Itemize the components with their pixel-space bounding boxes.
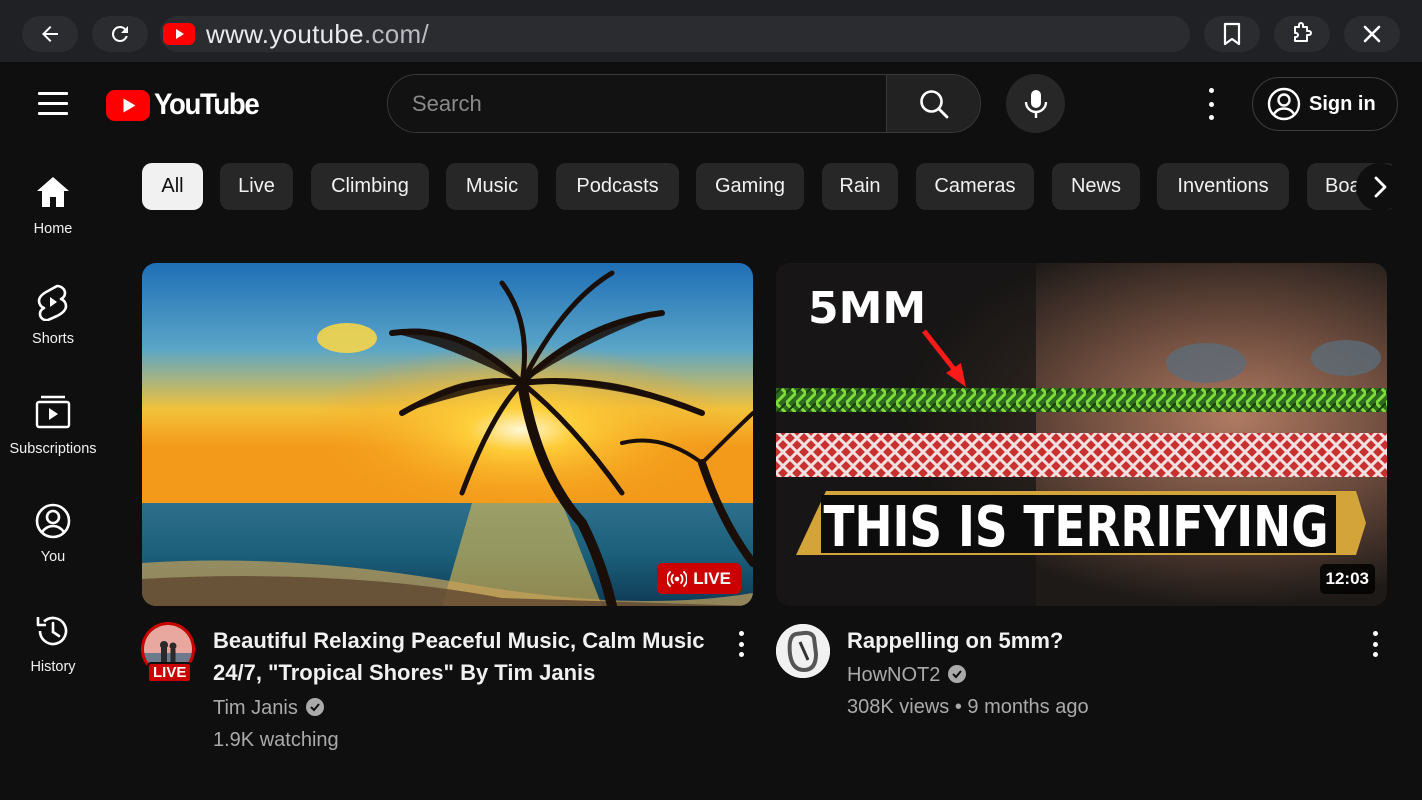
sidebar-item-subscriptions[interactable]: Subscriptions	[0, 395, 106, 457]
chip-live[interactable]: Live	[220, 163, 293, 210]
filter-chip-bar: All Live Climbing Music Podcasts Gaming …	[142, 163, 1392, 211]
voice-search-button[interactable]	[1006, 74, 1065, 133]
video-menu-button[interactable]	[736, 631, 746, 657]
account-circle-icon	[1267, 87, 1301, 121]
avatar-live-badge: LIVE	[147, 662, 193, 683]
channel-name[interactable]: Tim Janis	[213, 697, 298, 719]
sidebar-item-label: History	[30, 659, 76, 675]
search-icon	[919, 89, 948, 118]
chip-news[interactable]: News	[1052, 163, 1140, 210]
chips-next-button[interactable]	[1356, 163, 1404, 211]
live-badge: LIVE	[657, 563, 741, 594]
video-stats: 1.9K watching	[213, 729, 339, 751]
tropical-sunset-image	[142, 263, 753, 606]
thumbnail-5mm-text: 5MM	[808, 283, 926, 334]
sign-in-button[interactable]: Sign in	[1252, 77, 1398, 131]
chip-gaming[interactable]: Gaming	[696, 163, 804, 210]
close-icon	[1363, 25, 1381, 43]
bookmark-button[interactable]	[1204, 16, 1260, 52]
verified-icon	[948, 664, 967, 683]
sign-in-label: Sign in	[1309, 92, 1376, 115]
address-bar[interactable]: www.youtube.com/	[160, 16, 1190, 52]
thumbnail-banner-text: THIS IS TERRIFYING	[824, 495, 1329, 560]
reload-button[interactable]	[92, 16, 148, 52]
shorts-icon	[37, 284, 68, 321]
logo-text: YouTube	[154, 88, 260, 121]
rope-thumbnail-image: 5MM THIS IS TERRIFYING	[776, 263, 1387, 606]
video-thumbnail[interactable]: 5MM THIS IS TERRIFYING 12:03	[776, 263, 1387, 606]
home-icon	[37, 177, 69, 207]
search-button[interactable]	[886, 75, 980, 132]
sidebar-item-label: Home	[33, 221, 73, 237]
youtube-favicon-icon	[162, 22, 196, 46]
search-input[interactable]	[388, 75, 886, 132]
youtube-logo-icon	[106, 89, 150, 121]
subscriptions-icon	[35, 395, 71, 429]
sidebar-item-shorts[interactable]: Shorts	[0, 283, 106, 347]
chip-cameras[interactable]: Cameras	[916, 163, 1034, 210]
reload-icon	[111, 25, 128, 42]
chip-podcasts[interactable]: Podcasts	[556, 163, 679, 210]
video-thumbnail[interactable]: LIVE	[142, 263, 753, 606]
chip-rain[interactable]: Rain	[822, 163, 898, 210]
sidebar-item-label: Subscriptions	[9, 441, 97, 457]
channel-name[interactable]: HowNOT2	[847, 664, 940, 686]
video-title[interactable]: Beautiful Relaxing Peaceful Music, Calm …	[213, 625, 723, 689]
carabiner-icon	[776, 624, 830, 678]
back-arrow-icon	[42, 26, 58, 42]
video-stats: 308K views • 9 months ago	[847, 696, 1089, 718]
extensions-button[interactable]	[1274, 16, 1330, 52]
url-text: www.youtube.com/	[206, 18, 430, 49]
chip-climbing[interactable]: Climbing	[311, 163, 429, 210]
browser-toolbar: www.youtube.com/	[0, 0, 1422, 62]
history-icon	[36, 616, 68, 646]
close-tab-button[interactable]	[1344, 16, 1400, 52]
sidebar-item-history[interactable]: History	[0, 613, 106, 675]
bookmark-icon	[1223, 22, 1241, 46]
sidebar-item-home[interactable]: Home	[0, 175, 106, 237]
chip-music[interactable]: Music	[446, 163, 538, 210]
channel-avatar[interactable]	[776, 624, 830, 678]
sidebar-item-you[interactable]: You	[0, 503, 106, 565]
live-broadcast-icon	[667, 570, 688, 587]
search-box	[387, 74, 981, 133]
video-menu-button[interactable]	[1370, 631, 1380, 657]
menu-button[interactable]	[38, 92, 68, 116]
microphone-icon	[1024, 89, 1047, 118]
back-button[interactable]	[22, 16, 78, 52]
chevron-right-icon	[1374, 176, 1387, 198]
verified-icon	[305, 697, 324, 716]
settings-menu-button[interactable]	[1196, 88, 1226, 120]
chip-all[interactable]: All	[142, 163, 203, 210]
sidebar-item-label: You	[40, 549, 66, 565]
puzzle-icon	[1294, 22, 1312, 42]
chip-inventions[interactable]: Inventions	[1157, 163, 1289, 210]
channel-name-row: Tim Janis	[213, 692, 324, 724]
you-icon	[35, 503, 71, 539]
channel-name-row: HowNOT2	[847, 659, 967, 691]
sidebar-item-label: Shorts	[32, 331, 74, 347]
video-title[interactable]: Rappelling on 5mm?	[847, 625, 1347, 657]
youtube-logo[interactable]: YouTube	[106, 88, 267, 122]
duration-badge: 12:03	[1319, 564, 1375, 594]
